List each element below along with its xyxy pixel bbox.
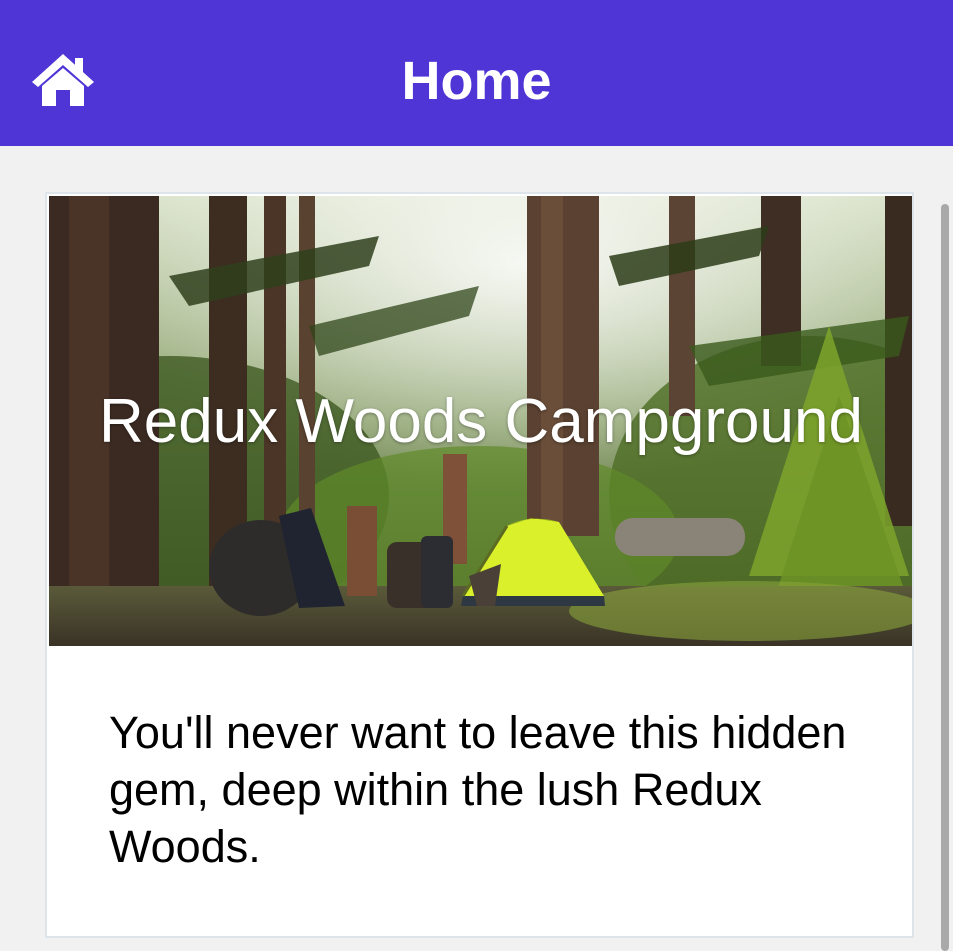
campground-card[interactable]: Redux Woods Campground You'll never want… xyxy=(45,192,914,938)
app-header: Home xyxy=(0,0,953,146)
campground-title: Redux Woods Campground xyxy=(99,387,863,456)
vertical-scrollbar[interactable] xyxy=(941,204,949,951)
campground-hero-image: Redux Woods Campground xyxy=(49,196,912,646)
home-button[interactable] xyxy=(28,50,98,110)
page-title: Home xyxy=(401,51,552,111)
home-icon xyxy=(32,54,94,106)
main-content[interactable]: Redux Woods Campground You'll never want… xyxy=(0,146,953,951)
campground-description: You'll never want to leave this hidden g… xyxy=(109,707,847,872)
